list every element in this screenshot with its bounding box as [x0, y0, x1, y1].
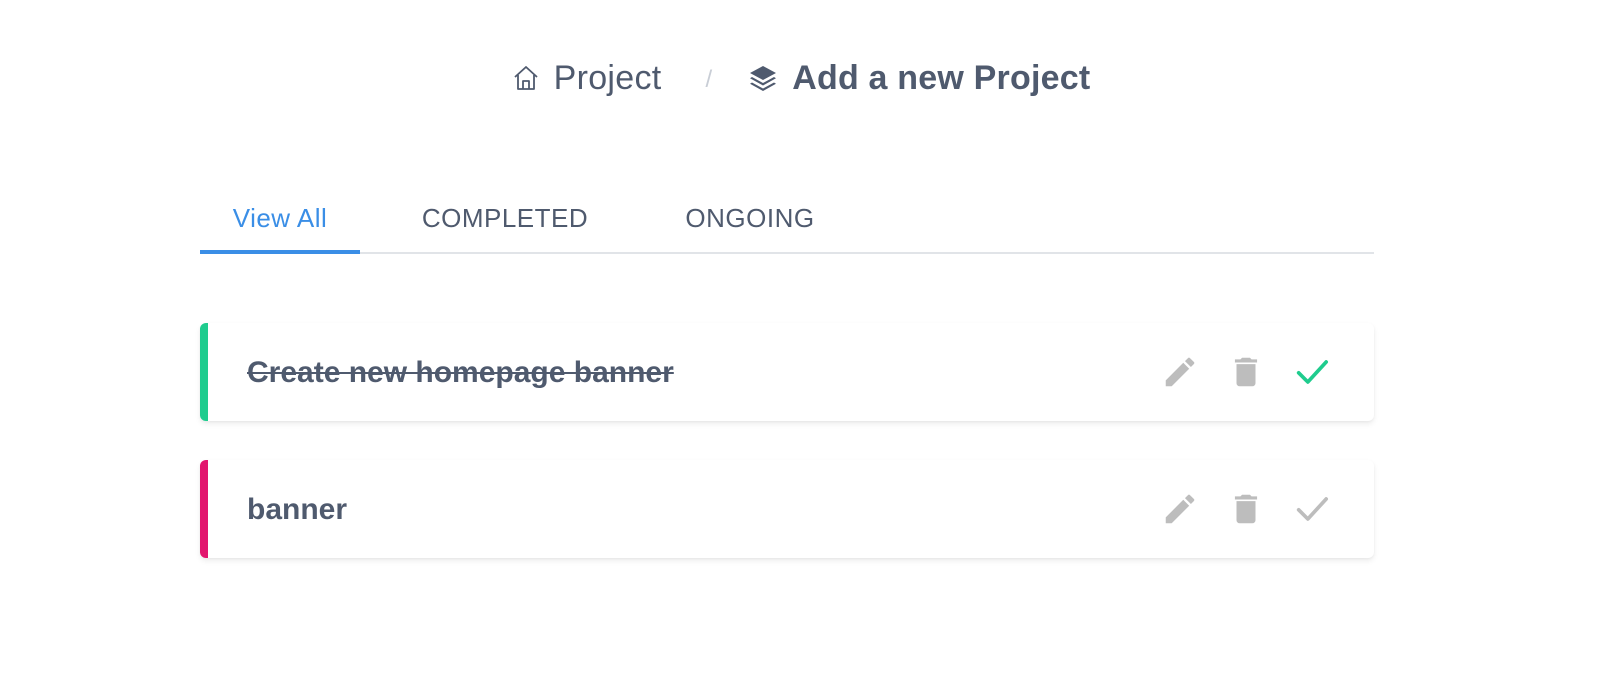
tab-completed[interactable]: COMPLETED [360, 190, 650, 252]
breadcrumb: Project / Add a new Project [0, 52, 1602, 104]
status-accent-bar [200, 323, 208, 421]
pencil-icon [1165, 357, 1195, 387]
trash-icon [1234, 357, 1258, 387]
delete-button[interactable] [1226, 352, 1266, 392]
project-title: banner [247, 493, 348, 526]
breadcrumb-separator: / [705, 66, 713, 93]
trash-icon [1234, 494, 1258, 524]
breadcrumb-home[interactable]: Project [512, 59, 662, 98]
edit-button[interactable] [1160, 352, 1200, 392]
tab-view-all[interactable]: View All [200, 190, 360, 254]
layers-icon [748, 63, 778, 93]
check-icon [1296, 360, 1328, 384]
page: Project / Add a new Project View All COM… [0, 0, 1602, 674]
page-title: Add a new Project [792, 58, 1091, 97]
complete-button[interactable] [1292, 352, 1332, 392]
pencil-icon [1165, 494, 1195, 524]
breadcrumb-current: Add a new Project [748, 59, 1090, 98]
project-actions [1160, 323, 1332, 421]
tab-ongoing[interactable]: ONGOING [650, 190, 850, 252]
edit-button[interactable] [1160, 489, 1200, 529]
breadcrumb-home-label: Project [553, 58, 662, 97]
home-icon [512, 64, 540, 92]
complete-button[interactable] [1292, 489, 1332, 529]
check-icon [1296, 497, 1328, 521]
delete-button[interactable] [1226, 489, 1266, 529]
tab-bar: View All COMPLETED ONGOING [200, 190, 1374, 254]
project-card: banner [200, 460, 1374, 558]
project-title: Create new homepage banner [247, 356, 674, 389]
project-card: Create new homepage banner [200, 323, 1374, 421]
project-actions [1160, 460, 1332, 558]
status-accent-bar [200, 460, 208, 558]
